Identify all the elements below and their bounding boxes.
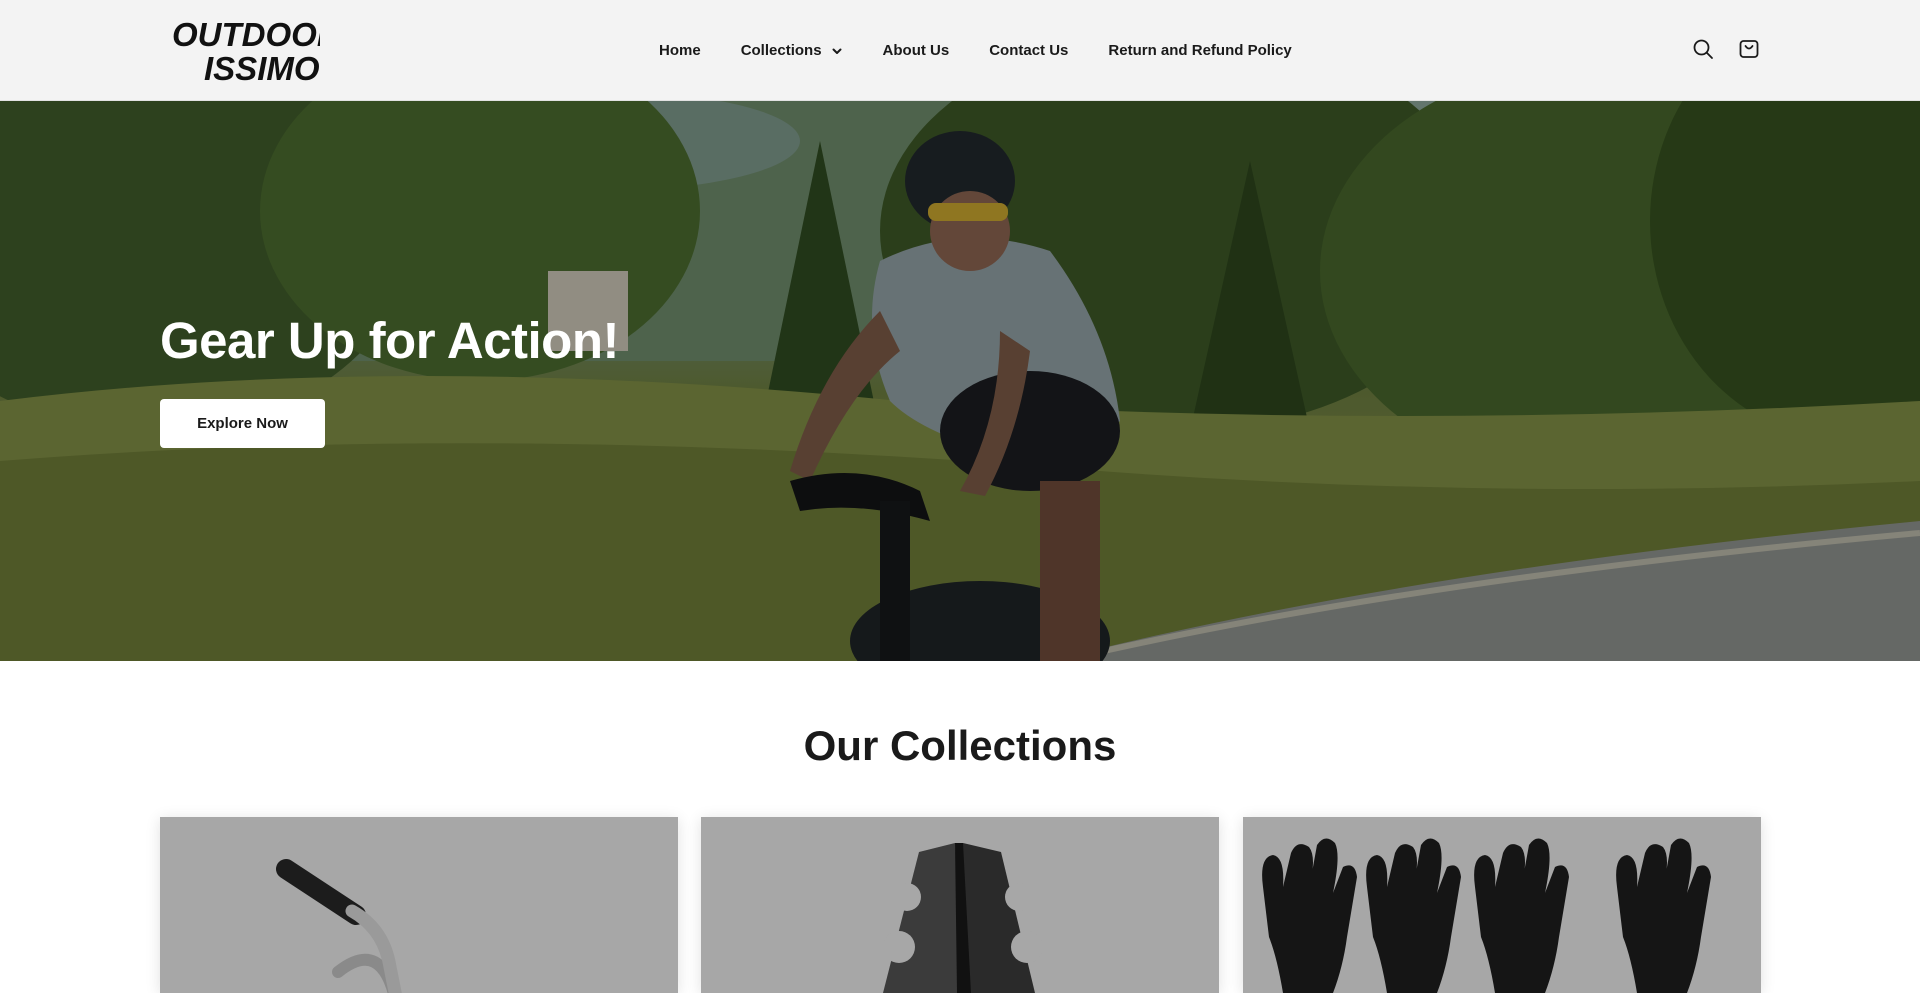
site-header: OUTDOOR ISSIMO Home Collections About Us… <box>0 0 1920 101</box>
svg-text:ISSIMO: ISSIMO <box>204 50 320 84</box>
explore-now-button[interactable]: Explore Now <box>160 399 325 448</box>
dumbbell-rack-product-image <box>883 843 1043 993</box>
hero-overlay <box>0 101 1920 661</box>
main-nav: Home Collections About Us Contact Us Ret… <box>659 0 1292 100</box>
nav-home-label: Home <box>659 41 701 59</box>
nav-contact-us[interactable]: Contact Us <box>989 42 1068 59</box>
nav-about-label: About Us <box>882 41 950 59</box>
black-gloves-product-image <box>1262 838 1711 993</box>
nav-about-us[interactable]: About Us <box>883 42 950 59</box>
chevron-down-icon <box>831 44 843 56</box>
nav-collections[interactable]: Collections <box>741 42 843 59</box>
nav-refund-label: Return and Refund Policy <box>1108 41 1292 59</box>
hero-banner: Gear Up for Action! Explore Now <box>0 101 1920 661</box>
cart-icon[interactable] <box>1737 37 1761 61</box>
search-icon[interactable] <box>1691 37 1715 61</box>
hero-title: Gear Up for Action! <box>160 312 619 369</box>
nav-collections-label: Collections <box>740 41 822 59</box>
collection-card-bar-handle[interactable] <box>160 817 678 993</box>
collections-title: Our Collections <box>803 722 1117 769</box>
svg-text:OUTDOOR: OUTDOOR <box>172 16 320 53</box>
collection-card-dumbbell-rack[interactable] <box>701 817 1219 993</box>
nav-refund-policy[interactable]: Return and Refund Policy <box>1108 42 1291 59</box>
nav-home[interactable]: Home <box>659 42 701 59</box>
bar-handle-product-image <box>276 859 402 993</box>
collection-card-gloves[interactable] <box>1243 817 1761 993</box>
brand-logo[interactable]: OUTDOOR ISSIMO <box>170 16 320 84</box>
nav-contact-label: Contact Us <box>989 41 1069 59</box>
